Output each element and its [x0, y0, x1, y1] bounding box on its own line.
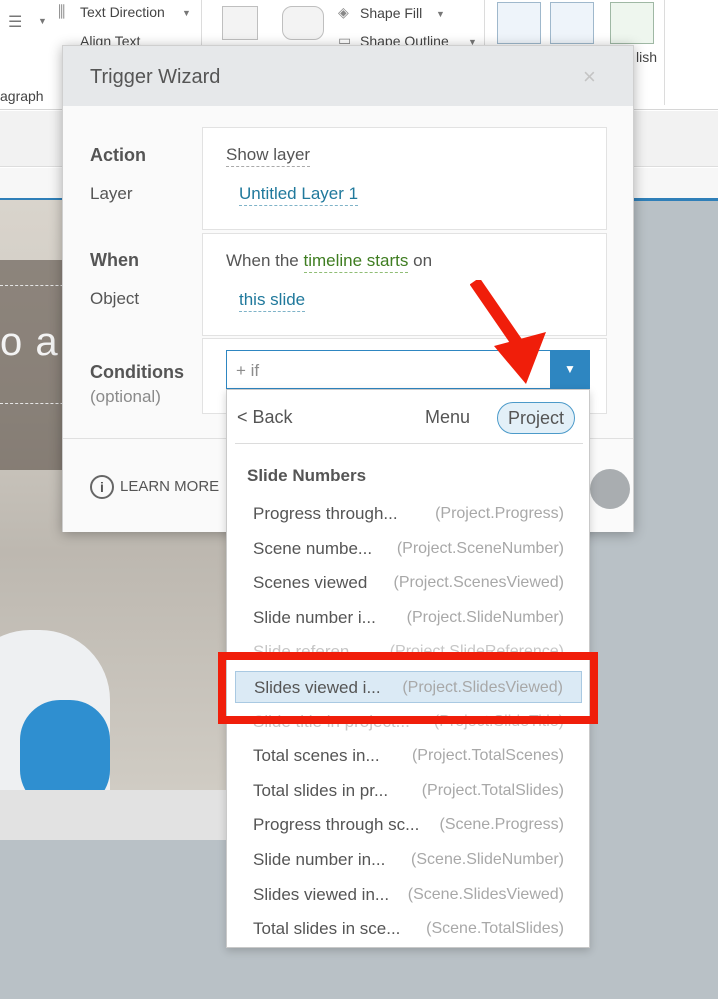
variable-reference: (Scene.SlideNumber): [411, 851, 564, 868]
when-suffix: on: [413, 251, 433, 270]
slide-title-text: o a: [0, 320, 59, 364]
variable-name: Progress through sc...: [253, 815, 420, 835]
variable-reference: (Project.SlideNumber): [406, 608, 564, 626]
object-label: Object: [90, 289, 140, 308]
chevron-down-icon[interactable]: ▼: [436, 9, 445, 19]
conditions-sublabel: (optional): [90, 387, 161, 406]
action-card: Show layer Untitled Layer 1: [202, 127, 607, 230]
project-button[interactable]: Project: [497, 402, 575, 434]
layer-label: Layer: [90, 184, 133, 203]
when-dropdown[interactable]: timeline starts: [303, 251, 409, 273]
variable-item[interactable]: Scene numbe... (Project.SceneNumber): [235, 533, 582, 565]
variable-item[interactable]: Progress through... (Project.Progress): [235, 498, 582, 530]
line-spacing-icon[interactable]: ☰: [8, 12, 22, 32]
variable-name: Scenes viewed: [253, 573, 368, 593]
text-direction-icon: ⫼: [58, 4, 66, 21]
variable-item[interactable]: Progress through sc... (Scene.Progress): [235, 809, 582, 841]
dialog-title: Trigger Wizard: [90, 66, 221, 88]
variable-name: Total scenes in...: [253, 746, 380, 766]
action-dropdown[interactable]: Show layer: [226, 145, 311, 167]
divider: [235, 443, 583, 444]
variable-reference: (Project.TotalScenes): [411, 747, 564, 765]
variable-name: Slide number i...: [253, 607, 376, 627]
paragraph-group-label: agraph: [0, 88, 44, 104]
variable-item[interactable]: Total scenes in... (Project.TotalScenes): [235, 740, 582, 772]
variable-item[interactable]: Scenes viewed (Project.ScenesViewed): [235, 567, 582, 599]
info-icon: i: [90, 475, 114, 499]
variable-reference: (Scene.SlidesViewed): [407, 885, 564, 903]
back-button[interactable]: < Back: [237, 407, 293, 428]
variable-name: Scene numbe...: [253, 538, 373, 558]
variable-name: Total slides in pr...: [253, 780, 389, 800]
variable-item[interactable]: Slide number in... (Scene.SlideNumber): [235, 844, 582, 876]
ok-button[interactable]: [590, 469, 630, 509]
variable-reference: (Scene.TotalSlides): [426, 920, 564, 938]
variable-item[interactable]: Total slides in pr... (Project.TotalSlide…: [235, 775, 582, 807]
chevron-down-icon[interactable]: ▼: [38, 16, 47, 26]
object-dropdown[interactable]: this slide: [239, 290, 306, 312]
paint-bucket-icon: ◈: [338, 4, 349, 20]
variable-reference: (Project.ScenesViewed): [393, 574, 564, 592]
variable-item[interactable]: Total slides in sce... (Scene.TotalSlides…: [235, 913, 582, 945]
section-heading: Slide Numbers: [247, 466, 367, 485]
learn-more-link[interactable]: i LEARN MORE: [90, 475, 219, 499]
red-arrow-icon: [470, 280, 546, 384]
variable-item[interactable]: Slides viewed in... (Scene.SlidesViewed): [235, 879, 582, 911]
variable-reference: (Scene.Progress): [439, 816, 565, 834]
when-sentence: When the timeline starts on: [226, 251, 433, 273]
lab-bench: [0, 790, 230, 840]
variable-name: Slide number in...: [253, 850, 386, 869]
text-direction-button[interactable]: Text Direction: [80, 4, 165, 20]
learn-more-text: LEARN MORE: [120, 477, 220, 495]
variable-reference: (Project.SceneNumber): [396, 539, 564, 557]
when-prefix: When the: [226, 251, 299, 270]
chevron-down-icon[interactable]: ▼: [182, 8, 191, 18]
variable-item[interactable]: Slide number i... (Project.SlideNumber): [235, 602, 582, 634]
layer-dropdown[interactable]: Untitled Layer 1: [239, 184, 359, 206]
dialog-header: Trigger Wizard ×: [63, 46, 633, 106]
ribbon-divider: [664, 0, 665, 105]
action-label: Action: [90, 145, 146, 165]
variable-reference: (Project.Progress): [435, 505, 564, 522]
quick-styles-icon[interactable]: [282, 6, 324, 40]
variable-name: Progress through...: [253, 504, 398, 523]
magnifier-icon[interactable]: [550, 2, 594, 44]
variable-name: Total slides in sce...: [253, 919, 401, 939]
shape-fill-button[interactable]: Shape Fill: [360, 5, 422, 21]
highlight-annotation-box: [218, 652, 598, 724]
publish-label[interactable]: lish: [636, 49, 657, 65]
preview-tool-icon[interactable]: [497, 2, 541, 44]
variable-name: Slides viewed in...: [253, 884, 390, 904]
variable-reference: (Project.TotalSlides): [421, 781, 564, 799]
conditions-label: Conditions: [90, 362, 184, 382]
menu-button[interactable]: Menu: [425, 407, 470, 428]
when-label: When: [90, 250, 139, 270]
close-icon[interactable]: ×: [583, 64, 596, 90]
publish-icon[interactable]: [610, 2, 654, 44]
conditions-input[interactable]: + if: [236, 361, 259, 381]
arrange-icon[interactable]: [222, 6, 258, 40]
